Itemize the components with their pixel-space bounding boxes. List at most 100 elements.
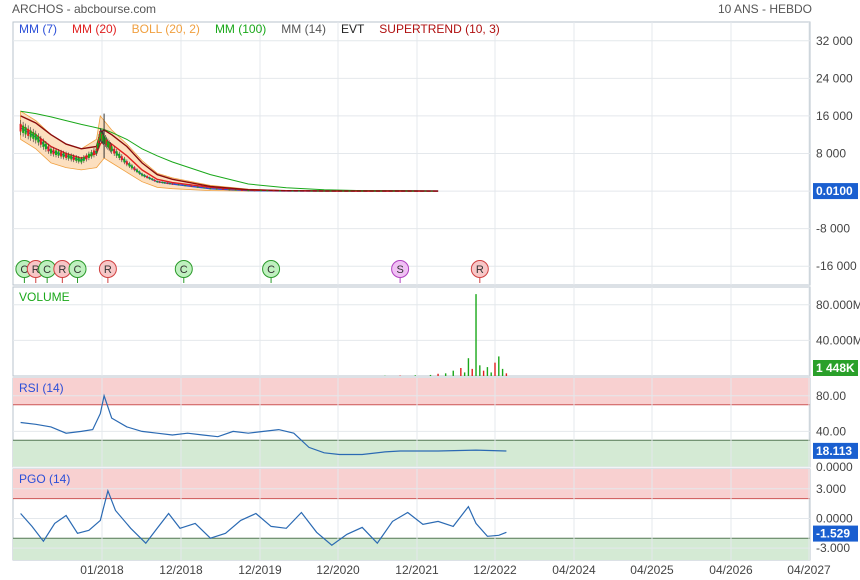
y-tick-label: 24 000 <box>816 71 853 85</box>
legend-item[interactable]: MM (14) <box>281 22 326 36</box>
legend-item[interactable]: MM (7) <box>19 22 57 36</box>
candle-body <box>146 176 149 178</box>
volume-bar <box>482 370 485 376</box>
candle-body <box>135 169 138 172</box>
last-value-badge: 1 448K <box>813 360 858 376</box>
candle-body <box>430 190 433 192</box>
candle-body <box>55 150 58 156</box>
event-marker-label: C <box>43 264 51 276</box>
candle-body <box>177 184 180 186</box>
candle-body <box>151 178 154 181</box>
y-tick-label: 80.000M <box>816 298 860 312</box>
candle-body <box>65 153 68 158</box>
x-tick-label: 04/2024 <box>552 563 596 577</box>
candle-body <box>354 190 357 192</box>
candle-body <box>316 190 319 192</box>
last-value-text: 18.113 <box>816 444 852 458</box>
candle-body <box>27 128 30 136</box>
candle-body <box>123 158 126 163</box>
candle-body <box>80 158 83 163</box>
candle-body <box>166 182 169 184</box>
candle-body <box>405 190 408 192</box>
candle-body <box>19 123 22 132</box>
candle-body <box>70 155 73 160</box>
y-tick-label: 8 000 <box>816 147 846 161</box>
candle-body <box>67 154 70 159</box>
last-value-badge: 0.0100 <box>813 183 858 200</box>
candle-body <box>148 177 151 179</box>
candle-body <box>228 189 231 191</box>
rsi-panel-title: RSI (14) <box>19 381 64 395</box>
candle-body <box>342 190 345 192</box>
candle-body <box>110 146 113 152</box>
candle-body <box>72 156 75 161</box>
event-marker-label: C <box>74 264 82 276</box>
volume-bar <box>414 375 416 376</box>
x-tick-label: 12/2019 <box>238 563 282 577</box>
candle-body <box>138 171 141 174</box>
candle-body <box>323 190 326 192</box>
legend-item[interactable]: SUPERTREND (10, 3) <box>379 22 499 36</box>
candle-body <box>47 146 50 152</box>
legend-item[interactable]: MM (100) <box>215 22 266 36</box>
overbought-zone <box>13 469 810 499</box>
volume-bar <box>429 374 432 376</box>
candle-body <box>77 157 80 162</box>
candle-body <box>143 174 146 177</box>
candle-body <box>37 136 40 143</box>
y-tick-label: 16 000 <box>816 109 853 123</box>
candle-body <box>153 179 156 182</box>
candle-body <box>39 138 42 145</box>
y-tick-label: 80.00 <box>816 389 846 403</box>
candle-body <box>348 190 351 192</box>
candle-body <box>24 127 27 135</box>
candle-body <box>82 157 85 161</box>
y-tick-label: 3.000 <box>816 482 846 496</box>
candle-body <box>190 186 193 187</box>
candle-body <box>87 153 90 158</box>
candle-body <box>399 190 402 192</box>
y-tick-label: -8 000 <box>816 222 850 236</box>
x-tick-label: 01/2018 <box>80 563 124 577</box>
y-tick-label: 0.0000 <box>816 511 853 525</box>
candle-body <box>361 190 364 192</box>
x-tick-label: 12/2020 <box>316 563 360 577</box>
panels-background <box>12 21 811 561</box>
candle-body <box>209 188 212 190</box>
candle-body <box>272 190 275 192</box>
event-marker-label: C <box>267 264 275 276</box>
chart-period: 10 ANS - HEBDO <box>718 2 812 16</box>
legend-item[interactable]: BOLL (20, 2) <box>132 22 200 36</box>
volume-bar <box>475 294 477 376</box>
candle-body <box>411 190 414 192</box>
volume-bar <box>467 358 470 376</box>
candle-body <box>118 153 121 158</box>
candle-body <box>196 186 199 188</box>
legend-item[interactable]: EVT <box>341 22 365 36</box>
candle-body <box>34 133 37 141</box>
candle-body <box>380 190 383 192</box>
legend-item[interactable]: MM (20) <box>72 22 117 36</box>
candle-body <box>52 149 55 155</box>
volume-bar <box>505 373 508 376</box>
event-marker-label: R <box>104 264 112 276</box>
candle-body <box>373 190 376 192</box>
candle-body <box>29 130 32 138</box>
candle-body <box>158 181 161 183</box>
candle-body <box>291 190 294 192</box>
candle-body <box>203 187 206 189</box>
candle-body <box>115 151 118 156</box>
oversold-zone <box>13 538 810 560</box>
last-value-text: 0.0100 <box>816 184 853 198</box>
candle-body <box>266 190 269 192</box>
x-tick-label: 04/2026 <box>709 563 753 577</box>
candle-body <box>44 143 47 150</box>
candle-body <box>163 182 166 184</box>
candle-body <box>253 190 256 192</box>
volume-bar <box>437 373 439 376</box>
x-tick-label: 12/2022 <box>473 563 517 577</box>
last-value-text: 1 448K <box>816 361 855 375</box>
candle-body <box>161 181 164 183</box>
volume-bar <box>501 368 504 376</box>
candle-body <box>259 190 262 192</box>
